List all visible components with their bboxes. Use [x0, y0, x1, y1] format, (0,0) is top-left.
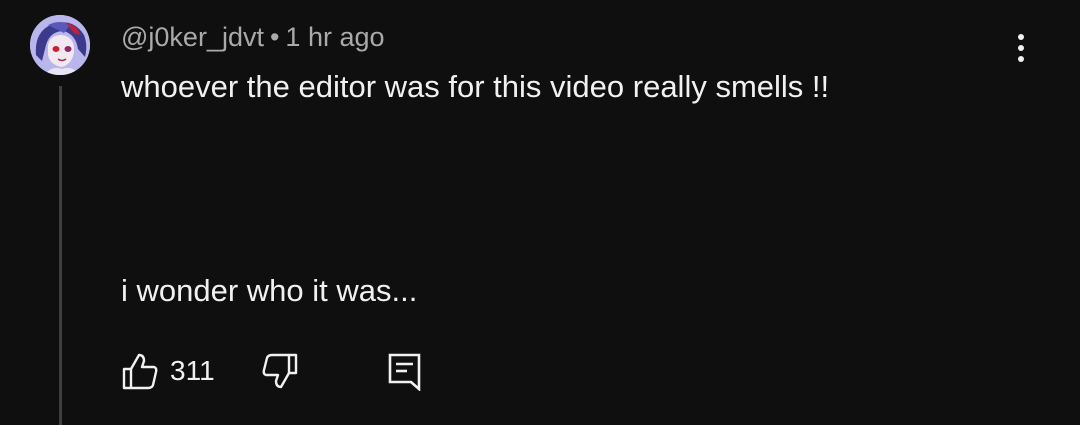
- comment-thread: @j0ker_jdvt • 1 hr ago whoever the editor …: [0, 0, 1080, 425]
- comment-timestamp[interactable]: 1 hr ago: [285, 22, 384, 52]
- like-count: 311: [170, 355, 215, 386]
- like-button[interactable]: [120, 349, 160, 393]
- reply-button[interactable]: [385, 349, 425, 393]
- avatar[interactable]: [30, 15, 90, 75]
- more-options-button[interactable]: [1004, 28, 1038, 68]
- more-vertical-icon-dot: [1018, 56, 1024, 62]
- comment-text-line-2: i wonder who it was...: [121, 273, 418, 308]
- author-name[interactable]: @j0ker_jdvt: [121, 22, 264, 52]
- comment-text-line-1: whoever the editor was for this video re…: [121, 69, 830, 104]
- thread-line: [59, 86, 62, 425]
- more-vertical-icon-dot: [1018, 45, 1024, 51]
- dislike-button[interactable]: [260, 349, 300, 393]
- comment-reply-icon: [388, 353, 421, 391]
- thumbs-up-icon: [122, 353, 158, 390]
- meta-separator: •: [269, 22, 280, 52]
- avatar-image: [30, 15, 90, 75]
- thumbs-down-icon: [262, 353, 298, 389]
- more-vertical-icon: [1018, 34, 1024, 40]
- comment-meta: @j0ker_jdvt • 1 hr ago: [121, 21, 385, 53]
